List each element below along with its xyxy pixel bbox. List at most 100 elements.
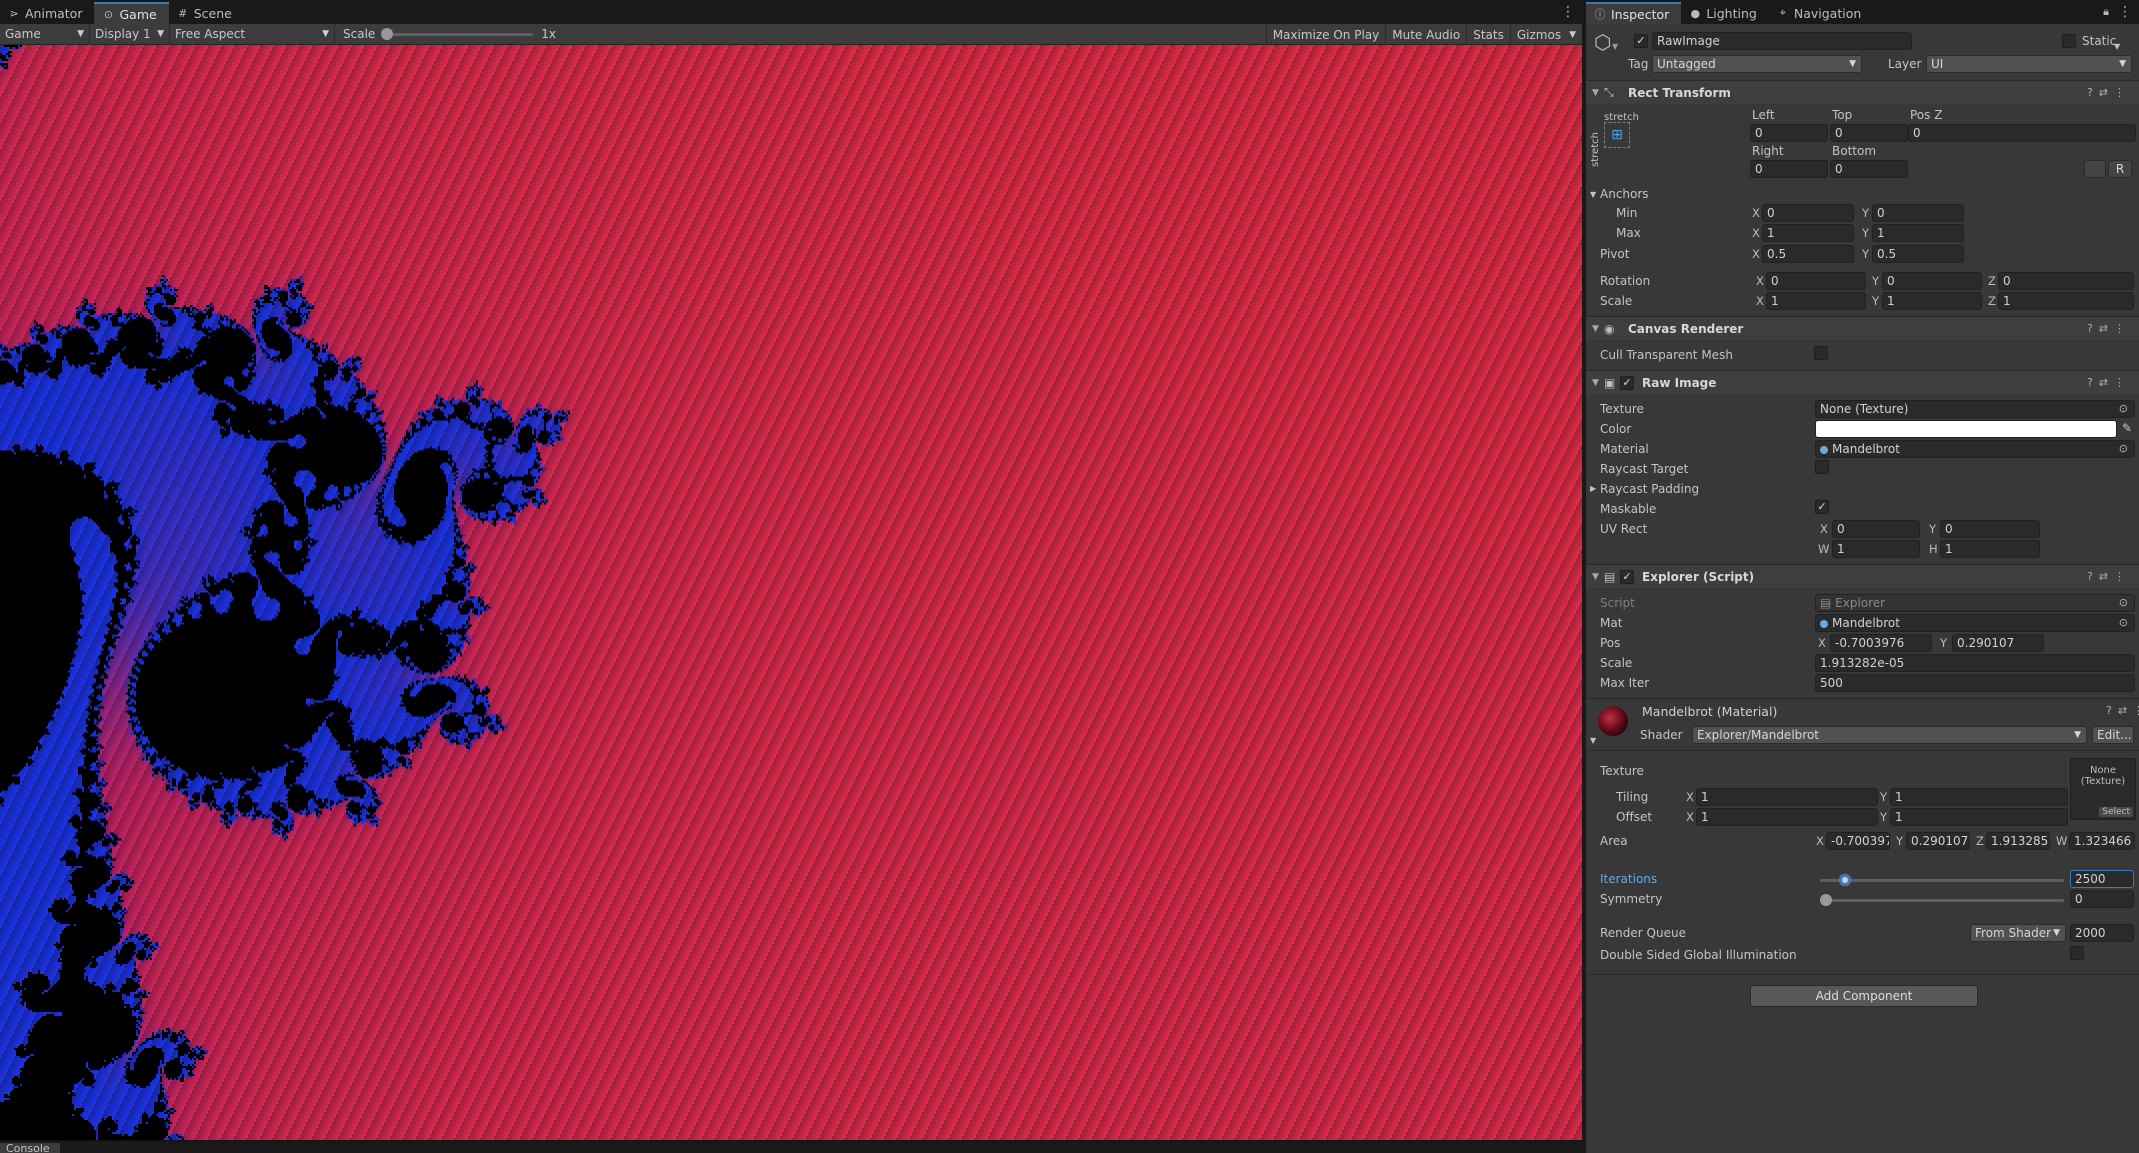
- inspector-menu-icon[interactable]: ⋮: [2118, 4, 2132, 20]
- maskable-checkbox[interactable]: ✓: [1815, 500, 1829, 514]
- render-queue-mode-dropdown[interactable]: From Shader ▼: [1970, 924, 2066, 942]
- active-checkbox[interactable]: ✓: [1634, 34, 1648, 48]
- shader-dropdown[interactable]: Explorer/Mandelbrot ▼: [1692, 726, 2087, 744]
- raycast-checkbox[interactable]: [1815, 460, 1829, 474]
- component-actions-icon[interactable]: ?⇄⋮: [2087, 570, 2131, 583]
- offset-x-field[interactable]: 1: [1696, 808, 1878, 826]
- game-mode-dropdown[interactable]: Game ▼: [0, 23, 90, 45]
- dsgi-checkbox[interactable]: [2070, 946, 2084, 960]
- texture-field[interactable]: None (Texture) ⊙: [1815, 400, 2135, 418]
- pivot-y-field[interactable]: 0.5: [1872, 245, 1964, 263]
- lock-icon[interactable]: 🔒︎: [2103, 5, 2109, 19]
- symmetry-slider-handle[interactable]: [1820, 894, 1832, 906]
- add-component-button[interactable]: Add Component: [1750, 985, 1978, 1007]
- tiling-x-field[interactable]: 1: [1696, 788, 1878, 806]
- object-picker-icon[interactable]: ⊙: [2119, 441, 2128, 457]
- uv-y-field[interactable]: 0: [1940, 520, 2040, 538]
- blueprint-mode-button[interactable]: [2084, 160, 2106, 178]
- tag-dropdown[interactable]: Untagged ▼: [1652, 55, 1862, 73]
- uv-x-field[interactable]: 0: [1832, 520, 1920, 538]
- explorer-script-header[interactable]: ▼ ▤ ✓ Explorer (Script) ?⇄⋮: [1586, 564, 2139, 588]
- bottom-field[interactable]: 0: [1830, 160, 1908, 178]
- aspect-dropdown[interactable]: Free Aspect ▼: [170, 23, 335, 45]
- panel-menu-icon[interactable]: ⋮: [1561, 4, 1575, 20]
- iterations-field[interactable]: 2500: [2070, 870, 2134, 888]
- tab-inspector[interactable]: ⓘ Inspector: [1586, 2, 1682, 24]
- raw-edit-button[interactable]: R: [2108, 160, 2132, 178]
- texture-select-button[interactable]: Select: [2099, 807, 2133, 817]
- anchor-max-x-field[interactable]: 1: [1762, 224, 1854, 242]
- tab-lighting[interactable]: ● Lighting: [1681, 2, 1769, 24]
- eyedropper-icon[interactable]: ✎: [2122, 421, 2132, 435]
- uv-w-field[interactable]: 1: [1832, 540, 1920, 558]
- tab-navigation[interactable]: ⌖ Navigation: [1769, 2, 1873, 24]
- material-field[interactable]: Mandelbrot ⊙: [1815, 440, 2135, 458]
- left-field[interactable]: 0: [1750, 124, 1828, 142]
- layer-dropdown[interactable]: UI ▼: [1926, 55, 2132, 73]
- component-actions-icon[interactable]: ?⇄⋮: [2087, 322, 2131, 335]
- color-swatch[interactable]: [1815, 420, 2117, 438]
- max-iter-field[interactable]: 500: [1815, 674, 2135, 692]
- tab-animator[interactable]: ⋗ Animator: [0, 2, 94, 24]
- offset-y-field[interactable]: 1: [1890, 808, 2068, 826]
- tiling-y-field[interactable]: 1: [1890, 788, 2068, 806]
- fold-arrow-icon[interactable]: ▼: [1590, 190, 1596, 199]
- scale-slider[interactable]: [381, 27, 534, 40]
- area-x-field[interactable]: -0.700397: [1826, 832, 1890, 850]
- stats-button[interactable]: Stats: [1466, 24, 1510, 45]
- iterations-slider[interactable]: [1820, 874, 2064, 886]
- rotation-y-field[interactable]: 0: [1882, 272, 1982, 290]
- fold-arrow-icon[interactable]: ▼: [1592, 88, 1599, 98]
- anchor-min-x-field[interactable]: 0: [1762, 204, 1854, 222]
- game-viewport[interactable]: [0, 45, 1582, 1140]
- edit-shader-button[interactable]: Edit...: [2092, 726, 2134, 744]
- render-queue-field[interactable]: 2000: [2070, 924, 2134, 942]
- scale-z-field[interactable]: 1: [1998, 292, 2134, 310]
- rect-transform-header[interactable]: ▼ ⤡ Rect Transform ?⇄⋮: [1586, 80, 2139, 104]
- symmetry-slider[interactable]: [1820, 894, 2064, 906]
- scale-slider-handle[interactable]: [381, 27, 394, 40]
- scale-y-field[interactable]: 1: [1882, 292, 1982, 310]
- raw-image-header[interactable]: ▼ ▣ ✓ Raw Image ?⇄⋮: [1586, 370, 2139, 394]
- uv-h-field[interactable]: 1: [1940, 540, 2040, 558]
- component-actions-icon[interactable]: ?⇄⋮: [2087, 376, 2131, 389]
- raw-image-enabled-checkbox[interactable]: ✓: [1620, 376, 1634, 390]
- iterations-slider-handle[interactable]: [1838, 874, 1851, 886]
- scale-x-field[interactable]: 1: [1766, 292, 1866, 310]
- tab-game[interactable]: ⊙ Game: [94, 2, 169, 24]
- component-actions-icon[interactable]: ?⇄⋮: [2106, 704, 2139, 717]
- explorer-enabled-checkbox[interactable]: ✓: [1620, 570, 1634, 584]
- chevron-down-icon[interactable]: ▼: [2114, 42, 2120, 51]
- fold-arrow-icon[interactable]: ▼: [1590, 736, 1596, 745]
- fold-arrow-icon[interactable]: ▼: [1592, 572, 1599, 582]
- pivot-x-field[interactable]: 0.5: [1762, 245, 1854, 263]
- area-y-field[interactable]: 0.2901075: [1906, 832, 1970, 850]
- gizmos-button[interactable]: Gizmos ▼: [1509, 24, 1582, 45]
- fold-arrow-icon[interactable]: ▶: [1590, 484, 1596, 493]
- anchor-preset-button[interactable]: ⊞: [1604, 122, 1630, 148]
- object-picker-icon[interactable]: ⊙: [2119, 401, 2128, 417]
- posz-field[interactable]: 0: [1908, 124, 2136, 142]
- fold-arrow-icon[interactable]: ▼: [1592, 378, 1599, 388]
- raycast-padding-label[interactable]: Raycast Padding: [1600, 482, 1699, 496]
- canvas-renderer-header[interactable]: ▼ ◉ Canvas Renderer ?⇄⋮: [1586, 316, 2139, 340]
- mat-field[interactable]: Mandelbrot ⊙: [1815, 614, 2135, 632]
- tab-console[interactable]: Console: [0, 1143, 60, 1153]
- fold-arrow-icon[interactable]: ▼: [1592, 324, 1599, 334]
- anchor-min-y-field[interactable]: 0: [1872, 204, 1964, 222]
- top-field[interactable]: 0: [1830, 124, 1908, 142]
- pos-x-field[interactable]: -0.7003976: [1830, 634, 1932, 652]
- object-picker-icon[interactable]: ⊙: [2119, 615, 2128, 631]
- right-field[interactable]: 0: [1750, 160, 1828, 178]
- tab-scene[interactable]: # Scene: [169, 2, 244, 24]
- pos-y-field[interactable]: 0.290107: [1952, 634, 2044, 652]
- display-dropdown[interactable]: Display 1 ▼: [90, 23, 170, 45]
- rotation-x-field[interactable]: 0: [1766, 272, 1866, 290]
- chevron-down-icon[interactable]: ▼: [1612, 42, 1618, 51]
- area-z-field[interactable]: 1.913285e: [1986, 832, 2050, 850]
- object-name-field[interactable]: RawImage: [1652, 32, 1912, 50]
- maximize-on-play-button[interactable]: Maximize On Play: [1265, 24, 1386, 45]
- mute-audio-button[interactable]: Mute Audio: [1385, 24, 1466, 45]
- anchor-max-y-field[interactable]: 1: [1872, 224, 1964, 242]
- component-actions-icon[interactable]: ?⇄⋮: [2087, 86, 2131, 99]
